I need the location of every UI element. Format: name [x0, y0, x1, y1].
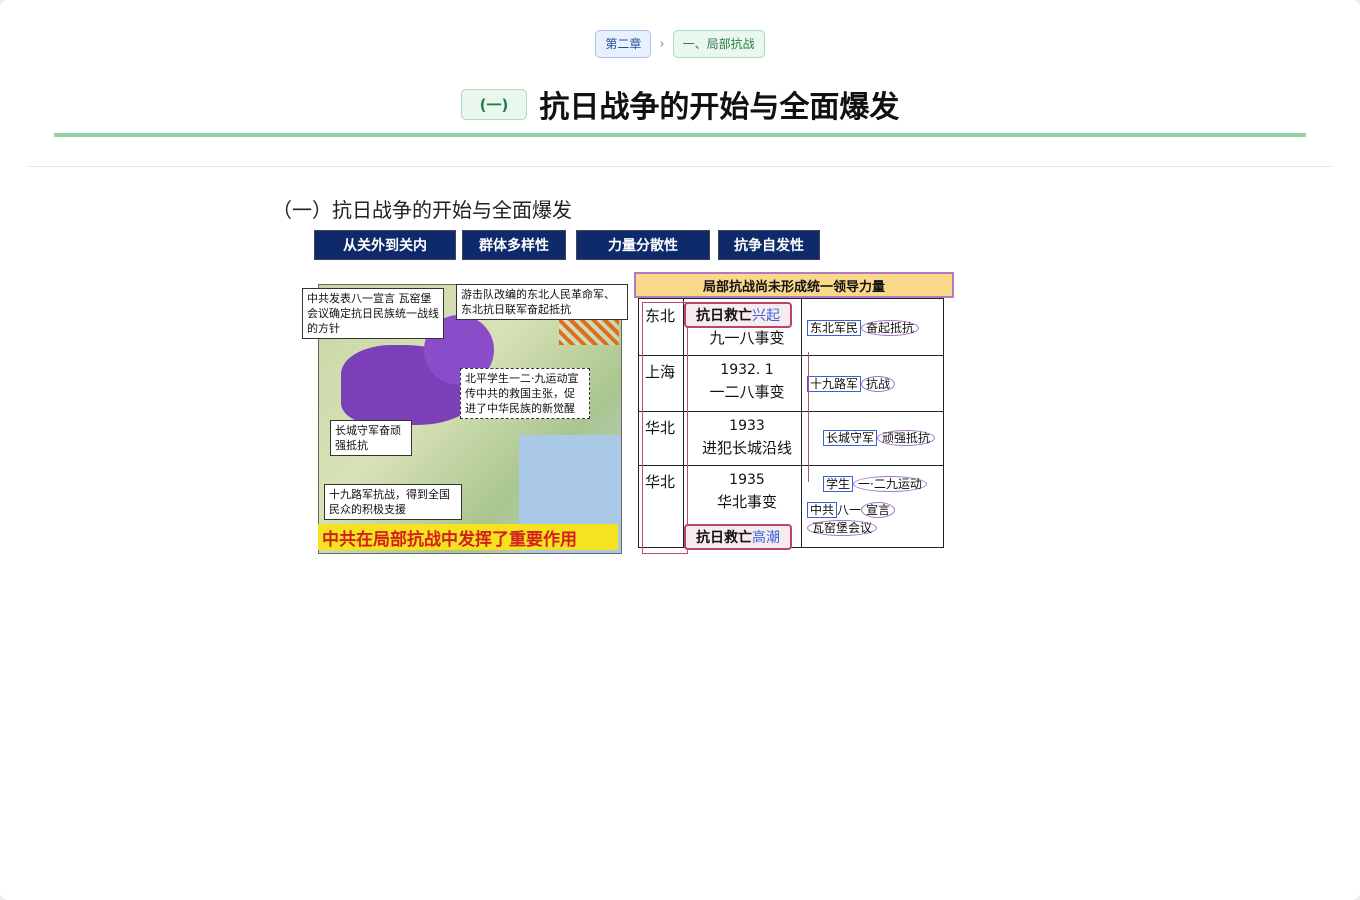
tag-4: 抗争自发性	[718, 230, 820, 260]
bottom-pill: 抗日救亡高潮	[684, 524, 792, 550]
table-row-note: 十九路军 抗战	[807, 375, 896, 392]
top-pill: 抗日救亡兴起	[684, 302, 792, 328]
tag-1: 从关外到关内	[314, 230, 456, 260]
table-row-note: 长城守军 顽强抵抗	[823, 429, 936, 446]
slide-figure: 从关外到关内 群体多样性 力量分散性 抗争自发性 中共发表八一宣言 瓦窑堡会议确…	[300, 228, 954, 554]
table-row-note: 东北军民 奋起抵抗	[807, 319, 920, 336]
breadcrumb-section[interactable]: 一、局部抗战	[672, 30, 765, 58]
table-header: 局部抗战尚未形成统一领导力量	[634, 272, 954, 298]
table-row-event: 九一八事变	[709, 329, 785, 347]
map-callout-3: 北平学生一二·九运动宣传中共的救国主张，促进了中华民族的新觉醒	[460, 368, 590, 419]
table-row-note: 瓦窑堡会议	[807, 519, 878, 536]
page-title-row: (一) 抗日战争的开始与全面爆发	[0, 82, 1360, 126]
map-callout-5: 十九路军抗战，得到全国民众的积极支援	[324, 484, 462, 520]
map-callout-2: 游击队改编的东北人民革命军、东北抗日联军奋起抵抗	[456, 284, 628, 320]
breadcrumb-chapter[interactable]: 第二章	[595, 30, 652, 58]
table-row-note: 学生 一·二九运动	[823, 475, 927, 492]
section-heading: （一）抗日战争的开始与全面爆发	[272, 198, 572, 222]
page: 第二章 › 一、局部抗战 (一) 抗日战争的开始与全面爆发 （一）抗日战争的开始…	[0, 0, 1360, 900]
arrow-down	[808, 352, 809, 482]
divider	[28, 166, 1332, 167]
table-row-event: 1932. 1 一二八事变	[709, 362, 785, 401]
chevron-right-icon: ›	[659, 36, 665, 52]
breadcrumb: 第二章 › 一、局部抗战	[0, 30, 1360, 58]
map-callout-4: 长城守军奋顽强抵抗	[330, 420, 412, 456]
table-row-event: 1933 进犯长城沿线	[701, 418, 792, 457]
region-column-highlight	[642, 302, 688, 554]
summary-table: 局部抗战尚未形成统一领导力量 东北 九一八事变 东北军民 奋起抵抗 上海 1932…	[634, 268, 954, 554]
map-callout-1: 中共发表八一宣言 瓦窑堡会议确定抗日民族统一战线的方针	[302, 288, 444, 339]
table-row-event: 1935 华北事变	[716, 472, 777, 511]
tag-2: 群体多样性	[462, 230, 566, 260]
page-title: 抗日战争的开始与全面爆发	[539, 90, 900, 125]
map-footer: 中共在局部抗战中发挥了重要作用	[318, 524, 618, 550]
title-badge: (一)	[460, 88, 528, 120]
table-row-note: 中共 八一 宣言	[807, 501, 896, 518]
tag-3: 力量分散性	[576, 230, 710, 260]
title-underline	[54, 133, 1306, 137]
